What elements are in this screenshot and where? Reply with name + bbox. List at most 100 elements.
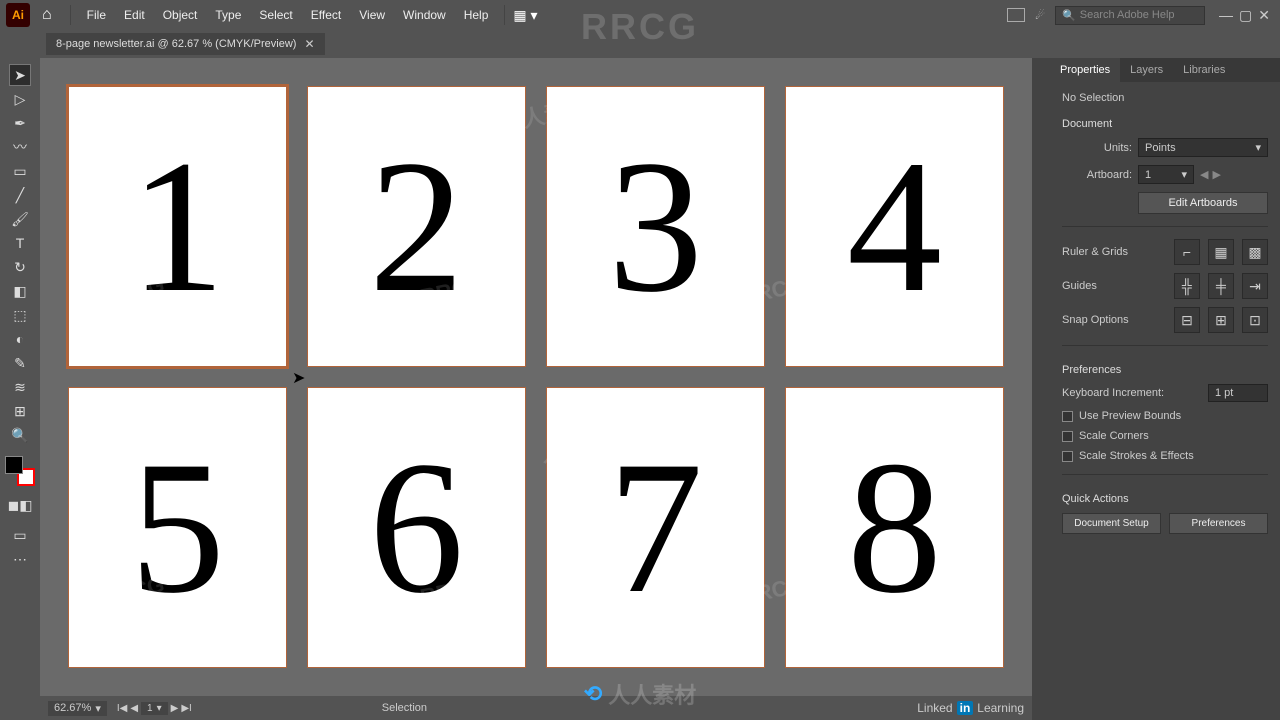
chevron-down-icon: ▾: [1181, 168, 1187, 181]
home-icon[interactable]: ⌂: [32, 6, 62, 24]
artboard-8[interactable]: 8: [785, 387, 1004, 668]
section-preferences: Preferences: [1062, 364, 1268, 376]
artboard-tool[interactable]: ⊞: [9, 400, 31, 422]
units-select[interactable]: Points▾: [1138, 138, 1268, 157]
collapsed-panels[interactable]: [1032, 58, 1050, 720]
screen-mode[interactable]: ▭: [9, 524, 31, 546]
menu-object[interactable]: Object: [155, 4, 206, 26]
color-mode[interactable]: ◼◧: [9, 494, 31, 516]
menu-select[interactable]: Select: [251, 4, 300, 26]
menu-type[interactable]: Type: [207, 4, 249, 26]
menu-effect[interactable]: Effect: [303, 4, 349, 26]
gradient-tool[interactable]: ◐: [9, 328, 31, 350]
snap-label: Snap Options: [1062, 314, 1166, 326]
ruler-grids-label: Ruler & Grids: [1062, 246, 1166, 258]
artboard-7[interactable]: 7: [546, 387, 765, 668]
rotate-tool[interactable]: ↻: [9, 256, 31, 278]
zoom-field[interactable]: 62.67%▾: [48, 701, 107, 716]
eyedropper-tool[interactable]: ✎: [9, 352, 31, 374]
app-icon: Ai: [6, 3, 30, 27]
workspace-icon[interactable]: [1007, 8, 1025, 22]
keyboard-increment-input[interactable]: 1 pt: [1208, 384, 1268, 402]
eraser-tool[interactable]: ◧: [9, 280, 31, 302]
toolbar: ➤ ▷ ✒ 〰 ▭ ╱ 🖌 T ↻ ◧ ⬚ ◐ ✎ ≋ ⊞ 🔍 ◼◧ ▭ ⋯: [0, 58, 40, 720]
grid-icon[interactable]: ▦: [1208, 239, 1234, 265]
menu-help[interactable]: Help: [456, 4, 497, 26]
sync-icon[interactable]: ☄: [1035, 9, 1045, 22]
preferences-button[interactable]: Preferences: [1169, 513, 1268, 534]
snap-grid-icon[interactable]: ⊡: [1242, 307, 1268, 333]
artboard-number-field[interactable]: 1▾: [141, 702, 168, 715]
artboard-select[interactable]: 1▾: [1138, 165, 1194, 184]
selection-tool[interactable]: ➤: [9, 64, 31, 86]
prev-artboard-icon[interactable]: ◀: [130, 703, 138, 714]
arrange-icon[interactable]: ▦ ▾: [513, 7, 537, 24]
rectangle-tool[interactable]: ▭: [9, 160, 31, 182]
menu-edit[interactable]: Edit: [116, 4, 153, 26]
close-icon[interactable]: ✕: [304, 37, 314, 51]
snap-point-icon[interactable]: ⊞: [1208, 307, 1234, 333]
artboard-next[interactable]: ▶: [1212, 168, 1220, 181]
ruler-icon[interactable]: ⌐: [1174, 239, 1200, 265]
properties-panel: Properties Layers Libraries No Selection…: [1050, 58, 1280, 720]
type-tool[interactable]: T: [9, 232, 31, 254]
artboard-label: Artboard:: [1062, 169, 1132, 181]
lock-guides-icon[interactable]: ╪: [1208, 273, 1234, 299]
snap-pixel-icon[interactable]: ⊟: [1174, 307, 1200, 333]
selection-state: No Selection: [1062, 92, 1268, 104]
document-tab[interactable]: 8-page newsletter.ai @ 62.67 % (CMYK/Pre…: [46, 33, 325, 55]
brush-tool[interactable]: 🖌: [9, 208, 31, 230]
artboard-5[interactable]: 5: [68, 387, 287, 668]
keyboard-increment-label: Keyboard Increment:: [1062, 387, 1202, 399]
artboard-3[interactable]: 3: [546, 86, 765, 367]
pen-tool[interactable]: ✒: [9, 112, 31, 134]
transparency-grid-icon[interactable]: ▩: [1242, 239, 1268, 265]
section-quick-actions: Quick Actions: [1062, 493, 1268, 505]
window-minimize[interactable]: —: [1219, 7, 1233, 24]
color-swatches[interactable]: [5, 456, 35, 486]
tab-title: 8-page newsletter.ai @ 62.67 % (CMYK/Pre…: [56, 38, 296, 50]
line-tool[interactable]: ╱: [9, 184, 31, 206]
blend-tool[interactable]: ≋: [9, 376, 31, 398]
use-preview-bounds-checkbox[interactable]: Use Preview Bounds: [1062, 410, 1268, 422]
menu-view[interactable]: View: [351, 4, 393, 26]
section-document: Document: [1062, 118, 1268, 130]
shapebuilder-tool[interactable]: ⬚: [9, 304, 31, 326]
tab-layers[interactable]: Layers: [1120, 58, 1173, 82]
linkedin-learning-logo: LinkedinLearning: [917, 701, 1024, 715]
first-artboard-icon[interactable]: I◀: [117, 703, 127, 714]
cursor-icon: ➤: [292, 368, 305, 388]
zoom-tool[interactable]: 🔍: [9, 424, 31, 446]
artboard-1[interactable]: 1: [68, 86, 287, 367]
direct-selection-tool[interactable]: ▷: [9, 88, 31, 110]
scale-strokes-checkbox[interactable]: Scale Strokes & Effects: [1062, 450, 1268, 462]
search-input[interactable]: 🔍 Search Adobe Help: [1055, 6, 1205, 25]
status-selection: Selection: [382, 702, 427, 714]
edit-artboards-button[interactable]: Edit Artboards: [1138, 192, 1268, 214]
window-maximize[interactable]: ▢: [1239, 7, 1252, 24]
tab-libraries[interactable]: Libraries: [1173, 58, 1235, 82]
chevron-down-icon: ▾: [1255, 141, 1261, 154]
scale-corners-checkbox[interactable]: Scale Corners: [1062, 430, 1268, 442]
menu-window[interactable]: Window: [395, 4, 454, 26]
tab-properties[interactable]: Properties: [1050, 58, 1120, 82]
artboard-nav[interactable]: I◀ ◀ 1▾ ▶ ▶I: [117, 702, 192, 715]
edit-toolbar[interactable]: ⋯: [9, 548, 31, 570]
guides-label: Guides: [1062, 280, 1166, 292]
watermark-top: RRCG: [581, 6, 699, 48]
smart-guides-icon[interactable]: ⇥: [1242, 273, 1268, 299]
menu-file[interactable]: File: [79, 4, 114, 26]
curvature-tool[interactable]: 〰: [9, 136, 31, 158]
document-setup-button[interactable]: Document Setup: [1062, 513, 1161, 534]
search-icon: 🔍: [1062, 9, 1076, 22]
artboard-prev[interactable]: ◀: [1200, 168, 1208, 181]
next-artboard-icon[interactable]: ▶: [171, 703, 179, 714]
last-artboard-icon[interactable]: ▶I: [181, 703, 191, 714]
window-close[interactable]: ✕: [1258, 7, 1270, 24]
canvas[interactable]: 1 2 3 4 5 6 7 8 ➤ 人人素材 人人素材 人人素材 RRCG RR…: [40, 58, 1032, 720]
fill-swatch[interactable]: [5, 456, 23, 474]
artboard-2[interactable]: 2: [307, 86, 526, 367]
show-guides-icon[interactable]: ╬: [1174, 273, 1200, 299]
artboard-4[interactable]: 4: [785, 86, 1004, 367]
artboard-6[interactable]: 6: [307, 387, 526, 668]
